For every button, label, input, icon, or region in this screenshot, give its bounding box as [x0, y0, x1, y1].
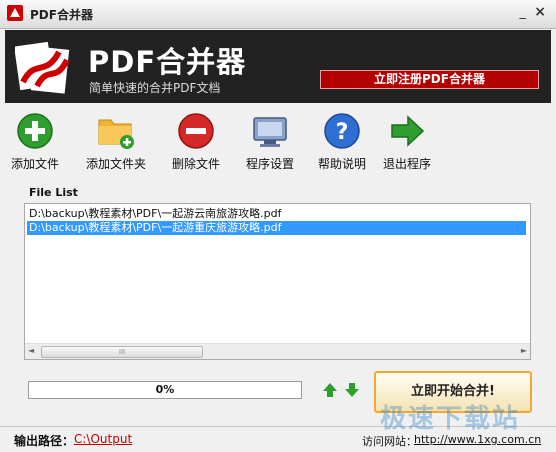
- monitor-settings-icon: [253, 117, 287, 147]
- window-title: PDF合并器: [30, 8, 93, 22]
- progress-label: 0%: [155, 383, 175, 396]
- red-minus-icon: [178, 113, 214, 149]
- folder-add-icon: [98, 119, 134, 149]
- minimize-button[interactable]: _: [520, 5, 527, 20]
- close-button[interactable]: ×: [534, 4, 546, 20]
- watermark: 极速下载站: [380, 404, 521, 434]
- exit-label: 退出程序: [382, 157, 431, 171]
- help-question-icon: ?: [324, 113, 360, 149]
- title-bar[interactable]: PDF合并器 _ ×: [0, 0, 556, 29]
- toolbar: 添加文件 添加文件夹 删除文件 程序设置 ? 帮助说明 退出程序: [10, 112, 540, 180]
- website-label: 访问网站：: [362, 435, 417, 448]
- move-arrows: [323, 383, 359, 397]
- exit-button[interactable]: 退出程序: [381, 112, 433, 172]
- list-item-selected[interactable]: D:\backup\教程素材\PDF\一起游重庆旅游攻略.pdf: [27, 221, 526, 235]
- svg-text:?: ?: [336, 120, 349, 145]
- add-file-button[interactable]: 添加文件: [10, 112, 60, 172]
- exit-arrow-icon: [391, 115, 425, 147]
- product-name: PDF合并器: [88, 45, 247, 79]
- help-label: 帮助说明: [317, 157, 366, 171]
- scroll-left-icon[interactable]: ◄: [28, 346, 34, 355]
- scroll-right-icon[interactable]: ►: [521, 346, 527, 355]
- settings-label: 程序设置: [245, 157, 294, 171]
- settings-button[interactable]: 程序设置: [244, 112, 296, 172]
- delete-file-label: 删除文件: [171, 157, 220, 171]
- delete-file-button[interactable]: 删除文件: [170, 112, 222, 172]
- output-path-label: 输出路径：: [14, 434, 75, 448]
- file-list[interactable]: D:\backup\教程素材\PDF\一起游云南旅游攻略.pdf D:\back…: [24, 203, 531, 360]
- list-item[interactable]: D:\backup\教程素材\PDF\一起游云南旅游攻略.pdf: [27, 207, 284, 221]
- add-file-label: 添加文件: [10, 157, 59, 171]
- app-window: PDF合并器 _ × PDF合并器 简单快速的合并PDF文档 立即注册PDF合并…: [0, 0, 556, 452]
- green-plus-icon: [17, 113, 53, 149]
- register-button[interactable]: 立即注册PDF合并器: [320, 70, 539, 89]
- output-path-link[interactable]: C:\Output: [74, 432, 132, 446]
- move-up-icon[interactable]: [323, 383, 337, 397]
- product-tagline: 简单快速的合并PDF文档: [89, 81, 221, 95]
- horizontal-scrollbar[interactable]: ◄ III ►: [25, 343, 530, 359]
- move-down-icon[interactable]: [345, 383, 359, 397]
- app-logo-icon: [7, 5, 23, 21]
- pdf-logo-icon: [15, 41, 70, 94]
- help-button[interactable]: ? 帮助说明: [316, 112, 368, 172]
- add-folder-button[interactable]: 添加文件夹: [82, 112, 150, 172]
- add-folder-label: 添加文件夹: [85, 157, 146, 171]
- progress-bar: 0%: [28, 381, 302, 399]
- file-list-caption: File List: [29, 186, 78, 199]
- header-banner: PDF合并器 简单快速的合并PDF文档 立即注册PDF合并器: [5, 30, 551, 103]
- scroll-thumb[interactable]: III: [41, 346, 203, 358]
